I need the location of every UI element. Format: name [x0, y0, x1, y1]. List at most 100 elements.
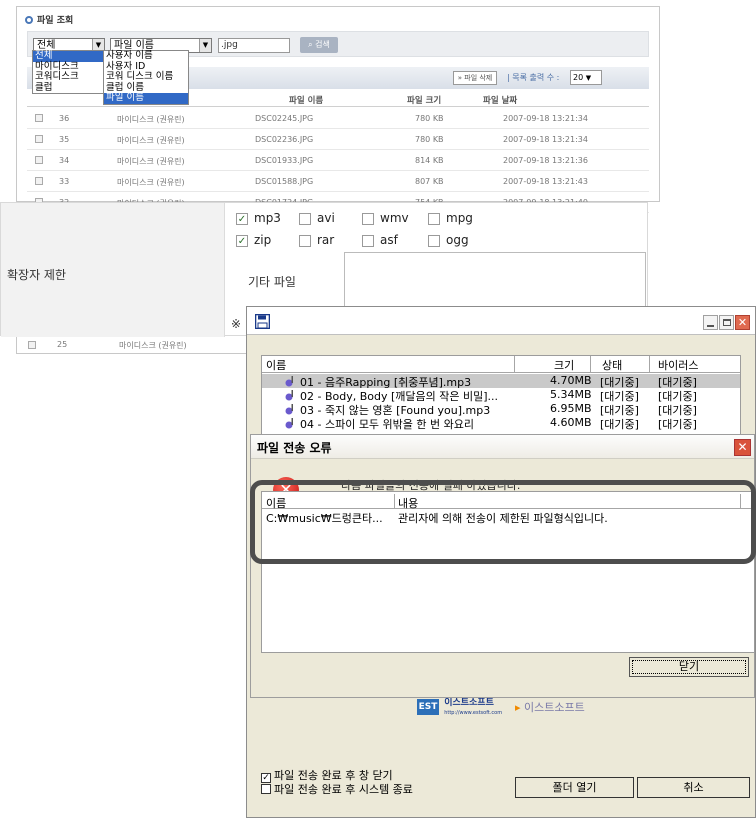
row-file-name[interactable]: DSC02236.JPG — [255, 135, 313, 144]
save-disk-icon — [255, 314, 270, 329]
option-shutdown-on-complete[interactable]: 파일 전송 완료 후 시스템 종료 — [261, 781, 413, 797]
row-file-date: 2007-09-18 13:21:36 — [503, 156, 588, 165]
window-close-button[interactable]: ✕ — [735, 315, 750, 330]
file-size: 4.60MB — [550, 416, 592, 429]
row-owner: 마이디스크 (권유린) — [117, 178, 185, 187]
music-file-icon — [285, 418, 293, 429]
file-virus: [대기중] — [658, 418, 697, 431]
ext-checkbox-avi[interactable] — [299, 213, 311, 225]
row-number: 35 — [59, 135, 70, 144]
minimize-icon — [707, 325, 714, 327]
scope-dropdown: 전체 마이디스크 코워디스크 클럽 — [32, 50, 104, 94]
estsoft-link[interactable]: ▸ 이스트소프트 — [515, 699, 585, 715]
music-file-icon — [285, 404, 293, 415]
file-list-item[interactable]: 01 - 음주Rapping [취중푸념].mp3 4.70MB [대기중] [대기중… — [262, 374, 740, 389]
ext-label: asf — [380, 233, 398, 247]
row-file-date: 2007-09-18 13:21:34 — [503, 135, 588, 144]
cancel-button[interactable]: 취소 — [637, 777, 750, 798]
note-mark: ※ — [231, 317, 242, 331]
list-count-value: 20 — [573, 73, 584, 82]
row-checkbox[interactable] — [35, 135, 43, 143]
table-row[interactable]: 33 마이디스크 (권유린) DSC01588.JPG 807 KB 2007-09-1… — [27, 171, 649, 192]
column-divider — [649, 356, 650, 373]
column-divider — [514, 356, 515, 373]
circle-bullet-icon — [25, 16, 33, 24]
ext-label: zip — [254, 233, 272, 247]
field-option[interactable]: 사용자 이름 — [104, 50, 188, 62]
close-icon: ✕ — [737, 440, 748, 454]
row-checkbox[interactable] — [35, 114, 43, 122]
ext-checkbox-ogg[interactable] — [428, 235, 440, 247]
transfer-error-dialog: 파일 전송 오류 ✕ ✕ 다음 파일들의 전송에 실패 하였습니다. 이름 내용… — [250, 434, 755, 698]
search-button-label: 검색 — [315, 40, 330, 49]
row-number: 36 — [59, 114, 70, 123]
row-checkbox[interactable] — [28, 341, 36, 349]
error-close-button[interactable]: ✕ — [734, 439, 751, 456]
other-files-label: 기타 파일 — [248, 275, 296, 289]
field-option[interactable]: 코워 디스크 이름 — [104, 71, 188, 83]
scope-option[interactable]: 코워디스크 — [33, 71, 103, 83]
logo-url-text: http://www.estsoft.com — [444, 710, 503, 716]
error-dialog-titlebar: 파일 전송 오류 — [251, 435, 754, 459]
ext-checkbox-mpg[interactable] — [428, 213, 440, 225]
minimize-button[interactable] — [703, 315, 718, 330]
row-file-size: 780 KB — [415, 135, 444, 144]
file-list-item[interactable]: 04 - 스파이 모두 위밖을 한 번 와요리 4.60MB [대기중] [대기중] — [262, 416, 740, 431]
ext-checkbox-rar[interactable] — [299, 235, 311, 247]
file-size: 5.34MB — [550, 388, 592, 401]
ext-label: mpg — [446, 211, 473, 225]
delete-file-label: 파일 삭제 — [464, 74, 493, 82]
file-list-item[interactable]: 02 - Body, Body [깨달음의 작은 비밀]... 5.34MB [대기… — [262, 388, 740, 403]
file-name: 04 - 스파이 모두 위밖을 한 번 와요리 — [300, 418, 475, 431]
row-file-name[interactable]: DSC01933.JPG — [255, 156, 313, 165]
table-row[interactable]: 36 마이디스크 (권유린) DSC02245.JPG 780 KB 2007-09-1… — [27, 108, 649, 129]
transfer-file-list[interactable]: 이름 크기 상태 바이러스 01 - 음주Rapping [취중푸념].mp3 4… — [261, 355, 741, 441]
keyword-input[interactable]: .jpg — [218, 38, 290, 53]
row-file-date: 2007-09-18 13:21:43 — [503, 177, 588, 186]
list-count-label-text: 목록 출력 수 : — [512, 73, 560, 82]
col-file-name: 파일 이름 — [289, 96, 324, 106]
maximize-button[interactable] — [719, 315, 734, 330]
column-divider — [590, 356, 591, 373]
extension-label-cell: 확장자 제한 — [1, 203, 225, 337]
row-file-name[interactable]: DSC01588.JPG — [255, 177, 313, 186]
delete-file-button[interactable]: » 파일 삭제 — [453, 71, 497, 85]
error-ok-button[interactable]: 닫기 — [629, 657, 749, 677]
row-file-name[interactable]: DSC02245.JPG — [255, 114, 313, 123]
estsoft-logo: EST 이스트소프트 http://www.estsoft.com — [417, 699, 502, 718]
checkbox-unchecked[interactable] — [261, 784, 271, 794]
row-number: 25 — [57, 340, 68, 349]
music-file-icon — [285, 390, 293, 401]
scope-option[interactable]: 전체 — [33, 50, 103, 62]
scope-option[interactable]: 클럽 — [33, 82, 103, 94]
close-icon: ✕ — [737, 316, 748, 329]
ext-checkbox-mp3[interactable]: ✓ — [236, 213, 248, 225]
arrow-bullet-icon: ▸ — [515, 701, 525, 714]
ext-checkbox-zip[interactable]: ✓ — [236, 235, 248, 247]
list-count-label: | 목록 출력 수 : — [507, 73, 560, 82]
row-file-date: 2007-09-18 13:21:34 — [503, 114, 588, 123]
col-virus: 바이러스 — [658, 359, 699, 372]
list-count-select[interactable]: 20 ▼ — [570, 70, 602, 85]
row-file-size: 814 KB — [415, 156, 444, 165]
open-folder-button[interactable]: 폴더 열기 — [515, 777, 634, 798]
file-list-item[interactable]: 03 - 죽지 않는 영혼 [Found you].mp3 6.95MB [대기중]… — [262, 402, 740, 417]
table-row[interactable]: 35 마이디스크 (권유린) DSC02236.JPG 780 KB 2007-09-1… — [27, 129, 649, 150]
table-row[interactable]: 34 마이디스크 (권유린) DSC01933.JPG 814 KB 2007-09-1… — [27, 150, 649, 171]
ext-label: avi — [317, 211, 335, 225]
row-owner: 마이디스크 (권유린) — [117, 157, 185, 166]
search-button[interactable]: ⌕ 검색 — [300, 37, 338, 53]
row-file-size: 780 KB — [415, 114, 444, 123]
file-list-header: 이름 크기 상태 바이러스 — [262, 356, 740, 373]
ext-checkbox-wmv[interactable] — [362, 213, 374, 225]
estsoft-link-text: 이스트소프트 — [524, 701, 585, 714]
row-checkbox[interactable] — [35, 156, 43, 164]
ext-checkbox-asf[interactable] — [362, 235, 374, 247]
panel-title-text: 파일 조회 — [37, 16, 74, 26]
field-option[interactable]: 파일 이름 — [104, 92, 188, 104]
row-owner: 마이디스크 (권유린) — [119, 341, 187, 350]
col-size: 크기 — [554, 359, 575, 372]
row-checkbox[interactable] — [35, 177, 43, 185]
col-status: 상태 — [602, 359, 623, 372]
error-dialog-title: 파일 전송 오류 — [257, 441, 332, 455]
